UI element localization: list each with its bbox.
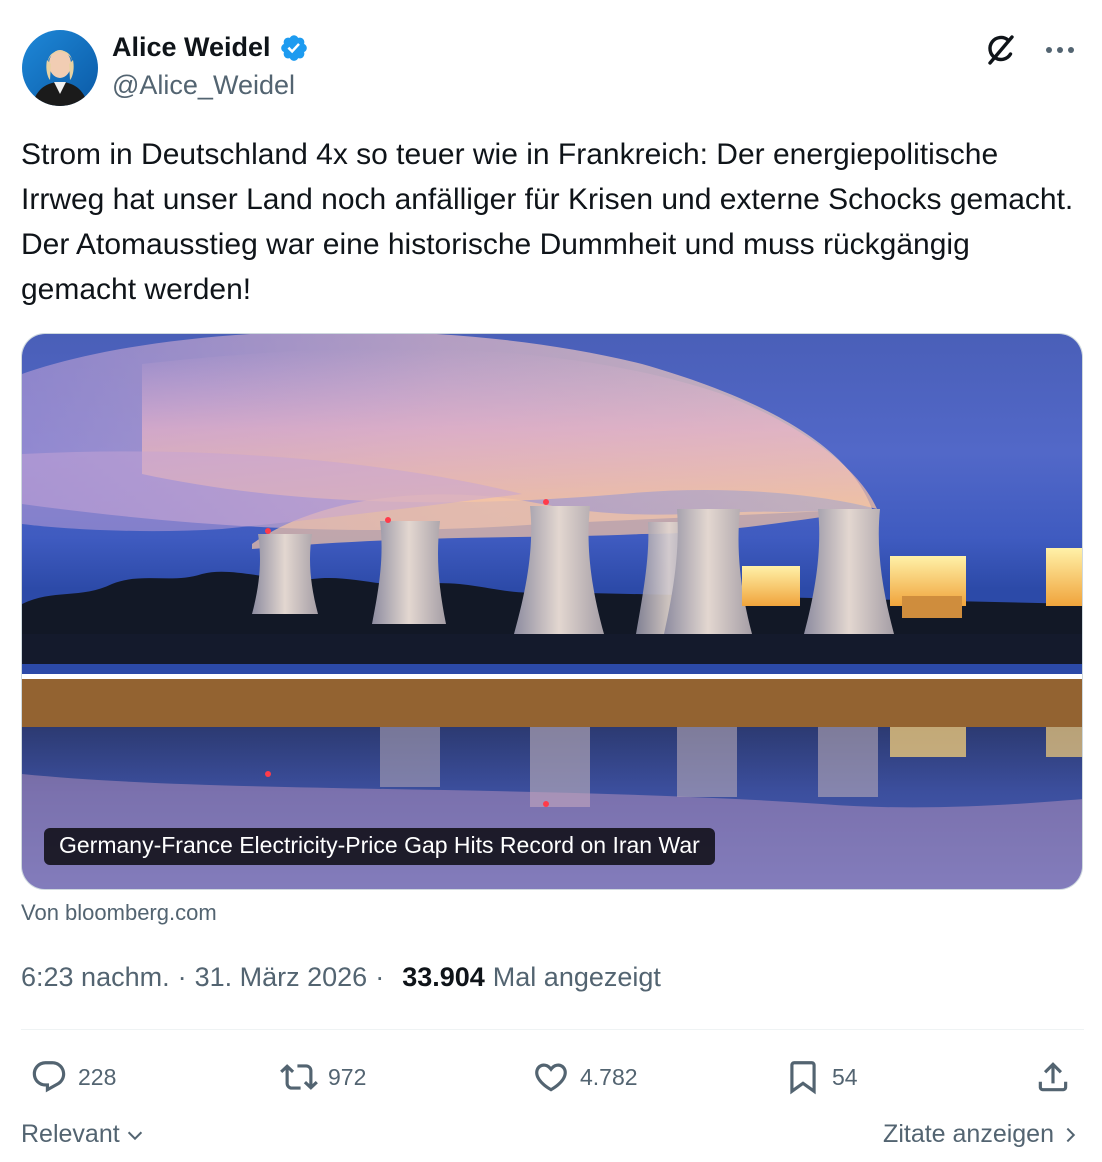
views-label: Mal angezeigt [492,962,661,992]
author-handle[interactable]: @Alice_Weidel [112,70,295,101]
sort-label: Relevant [21,1120,120,1148]
chevron-down-icon [127,1131,142,1140]
tweet-meta: 6:23 nachm. · 31. März 2026 · 33.904 Mal… [21,962,661,993]
repost-count: 972 [328,1063,367,1090]
quotes-label: Zitate anzeigen [883,1120,1054,1148]
views-count: 33.904 [402,962,485,992]
more-icon[interactable] [1040,30,1080,70]
meta-separator: · [375,962,385,992]
card-image [22,334,1082,889]
author-name[interactable]: Alice Weidel [112,32,271,63]
sort-dropdown[interactable]: Relevant [21,1120,146,1149]
chevron-right-icon [1066,1127,1076,1142]
heart-icon [535,1063,567,1092]
divider [21,1029,1084,1030]
bookmark-count: 54 [832,1063,858,1090]
action-bar: 228 972 4.782 54 [0,1052,1102,1102]
link-card[interactable]: Germany-France Electricity-Price Gap Hit… [21,333,1083,890]
card-title: Germany-France Electricity-Price Gap Hit… [44,828,715,865]
share-button[interactable] [1034,1052,1072,1102]
tweet-date[interactable]: 31. März 2026 [195,962,368,993]
reply-icon [32,1061,66,1093]
author-name-row[interactable]: Alice Weidel [112,32,309,63]
like-count: 4.782 [580,1063,638,1090]
view-quotes-link[interactable]: Zitate anzeigen [883,1120,1080,1149]
meta-separator: · [177,962,187,992]
grok-icon[interactable] [980,30,1020,70]
bookmark-button[interactable]: 54 [784,1052,858,1102]
card-source[interactable]: Von bloomberg.com [21,900,217,926]
tweet-text: Strom in Deutschland 4x so teuer wie in … [21,138,1074,306]
top-actions [980,30,1080,70]
reply-button[interactable]: 228 [30,1052,116,1102]
verified-badge-icon[interactable] [279,33,309,63]
reply-count: 228 [78,1063,117,1090]
bookmark-icon [790,1061,816,1095]
repost-icon [280,1064,318,1090]
tweet-time[interactable]: 6:23 nachm. [21,962,170,993]
avatar[interactable] [22,30,98,106]
repost-button[interactable]: 972 [280,1052,366,1102]
share-icon [1038,1062,1068,1092]
like-button[interactable]: 4.782 [532,1052,638,1102]
